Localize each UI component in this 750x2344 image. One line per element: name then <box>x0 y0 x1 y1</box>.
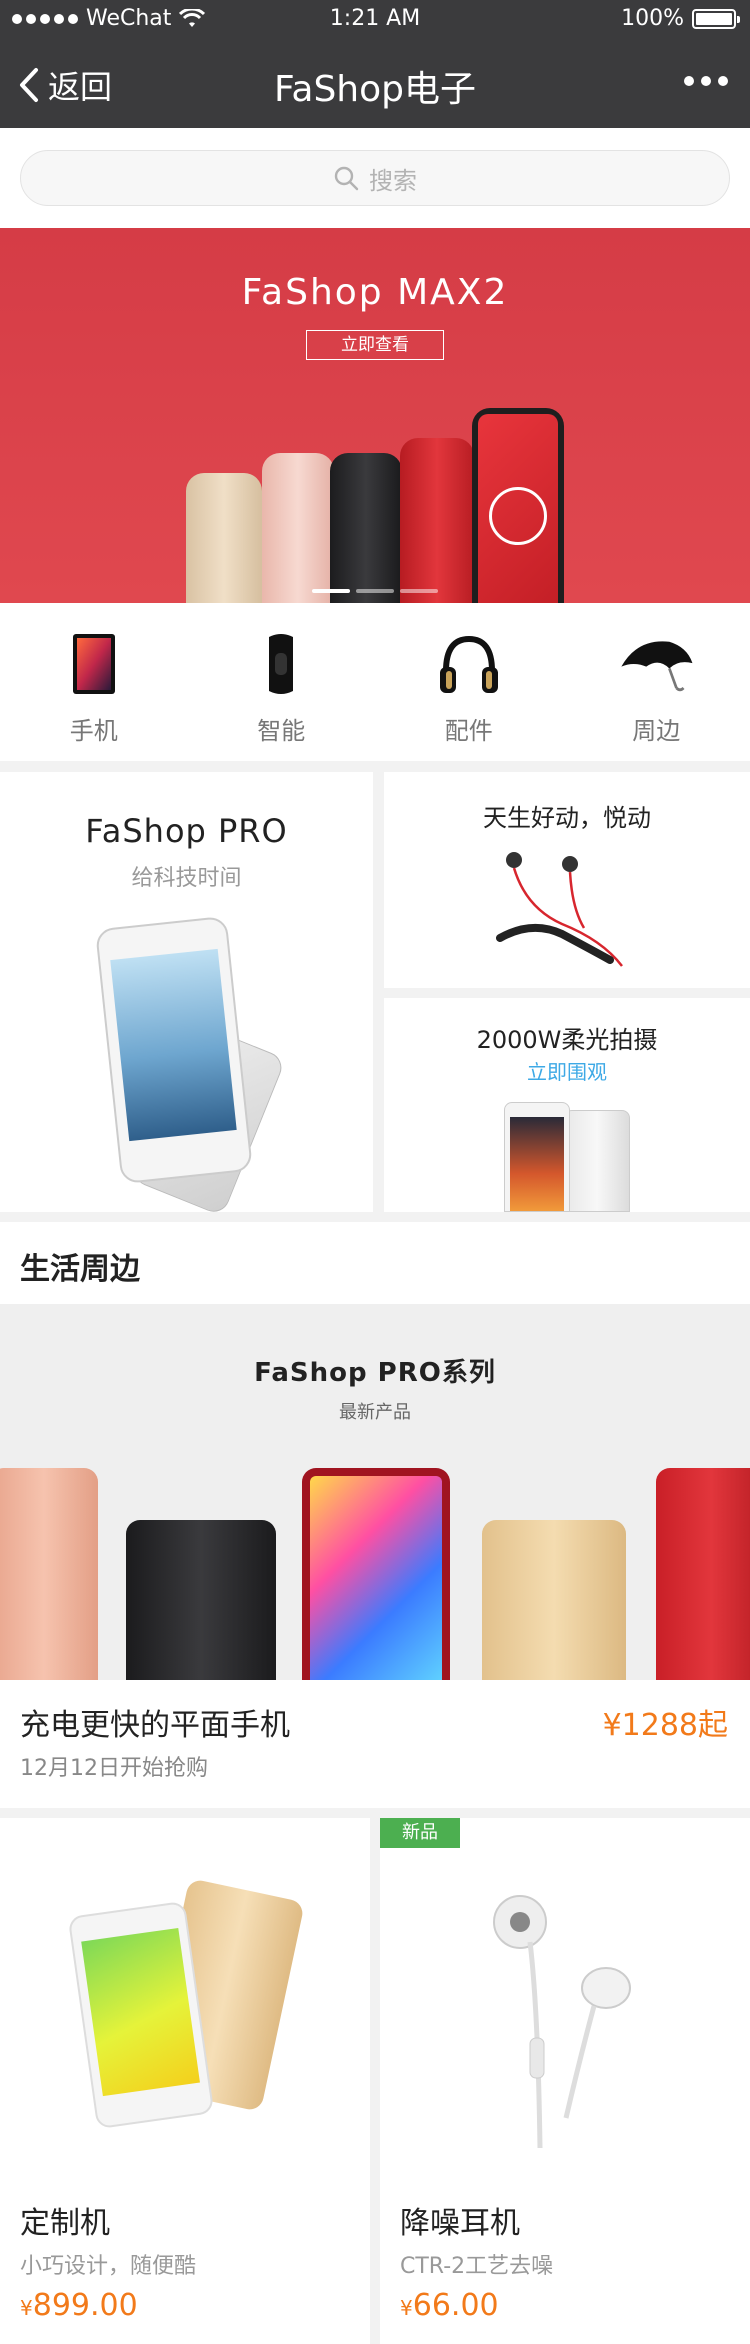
pager-dot[interactable] <box>312 589 350 593</box>
banner-phone-red <box>400 438 474 603</box>
price-currency: ¥ <box>400 2296 413 2320</box>
category-smart[interactable]: 智能 <box>188 603 376 761</box>
top-bar: WeChat 1:21 AM 100% 返回 FaShop电子 <box>0 0 750 128</box>
section-title: 生活周边 <box>20 1252 140 1287</box>
price-value: 66.00 <box>412 2288 499 2323</box>
promo-subtitle: 给科技时间 <box>131 866 242 891</box>
promo-link[interactable]: 立即围观 <box>384 1056 750 1085</box>
umbrella-icon <box>616 629 696 699</box>
promo-earphones[interactable]: 天生好动，悦动 <box>384 772 750 988</box>
category-label: 配件 <box>444 717 493 745</box>
product-image <box>380 1818 750 2198</box>
feature-sale-date: 12月12日开始抢购 <box>20 1756 208 1781</box>
category-nav: 手机 智能 配件 周边 <box>0 603 750 761</box>
banner-phone-rose <box>262 453 334 603</box>
earphones-image <box>493 1895 631 2149</box>
search-placeholder: 搜索 <box>369 166 417 195</box>
product-price: ¥66.00 <box>400 2288 499 2323</box>
banner-phone-front <box>472 408 564 603</box>
headphones-icon <box>429 629 509 699</box>
section-header: 生活周边 <box>0 1222 750 1304</box>
page-title: FaShop电子 <box>273 69 476 110</box>
pager-dot[interactable] <box>400 589 438 593</box>
product-card[interactable]: 定制机 小巧设计，随便酷 ¥899.00 <box>0 1818 370 2344</box>
price-value: 899.00 <box>32 2288 138 2323</box>
promo-phone-back <box>564 1110 630 1212</box>
nav-bar: 返回 FaShop电子 <box>0 40 750 128</box>
more-menu-icon[interactable] <box>684 70 728 92</box>
status-bar: WeChat 1:21 AM 100% <box>0 0 750 40</box>
promo-phone-front <box>504 1102 570 1212</box>
feature-price: ¥1288起 <box>602 1708 728 1743</box>
pager-dot[interactable] <box>356 589 394 593</box>
feature-phone-screen <box>302 1468 450 1680</box>
promo-title: 天生好动，悦动 <box>483 804 651 832</box>
search-input[interactable]: 搜索 <box>20 150 730 206</box>
banner-view-button[interactable]: 立即查看 <box>306 330 444 360</box>
band-icon <box>241 629 321 699</box>
feature-product-name: 充电更快的平面手机 <box>20 1708 290 1743</box>
product-desc: CTR-2工艺去噪 <box>400 2254 554 2279</box>
category-merch[interactable]: 周边 <box>563 603 750 761</box>
banner-pager <box>0 589 750 593</box>
product-desc: 小巧设计，随便酷 <box>20 2254 197 2279</box>
category-phone[interactable]: 手机 <box>0 603 188 761</box>
banner-phone-gold <box>186 473 262 603</box>
product-card[interactable]: 新品 降噪耳机 CTR-2工艺去噪 ¥66.00 <box>380 1818 750 2344</box>
banner-title: FaShop MAX2 <box>241 272 509 313</box>
category-label: 周边 <box>632 717 681 745</box>
promo-title: FaShop PRO <box>85 812 288 850</box>
feature-title: FaShop PRO系列 <box>254 1358 496 1388</box>
feature-subtitle: 最新产品 <box>339 1402 411 1423</box>
feature-banner[interactable]: FaShop PRO系列 最新产品 <box>0 1304 750 1680</box>
phone-icon <box>54 629 134 699</box>
promo-camera[interactable]: 2000W柔光拍摄 立即围观 <box>384 998 750 1212</box>
product-image <box>0 1818 370 2198</box>
battery-group: 100% <box>621 6 740 31</box>
banner-phone-black <box>330 453 402 603</box>
feature-phone-pink <box>0 1468 98 1680</box>
promo-phone-front <box>94 915 254 1185</box>
category-accessory[interactable]: 配件 <box>375 603 563 761</box>
product-price: ¥899.00 <box>20 2288 138 2323</box>
search-area: 搜索 <box>0 128 750 228</box>
hero-banner[interactable]: FaShop MAX2 立即查看 <box>0 228 750 603</box>
new-badge: 新品 <box>380 1818 460 1848</box>
feature-phone-black <box>126 1520 276 1680</box>
product-name: 降噪耳机 <box>400 2206 520 2241</box>
feature-phone-red <box>656 1468 750 1680</box>
feature-info[interactable]: 充电更快的平面手机 ¥1288起 12月12日开始抢购 <box>0 1680 750 1808</box>
battery-label: 100% <box>621 6 684 31</box>
battery-icon <box>692 8 740 29</box>
promo-title: 2000W柔光拍摄 <box>476 1026 658 1054</box>
neckband-earphones-image <box>496 852 623 967</box>
feature-phone-gold <box>482 1520 626 1680</box>
category-label: 手机 <box>69 717 118 745</box>
category-label: 智能 <box>257 717 306 745</box>
product-name: 定制机 <box>20 2206 110 2241</box>
price-currency: ¥ <box>20 2296 33 2320</box>
search-icon <box>334 166 359 191</box>
promo-fashop-pro[interactable]: FaShop PRO 给科技时间 <box>0 772 373 1217</box>
